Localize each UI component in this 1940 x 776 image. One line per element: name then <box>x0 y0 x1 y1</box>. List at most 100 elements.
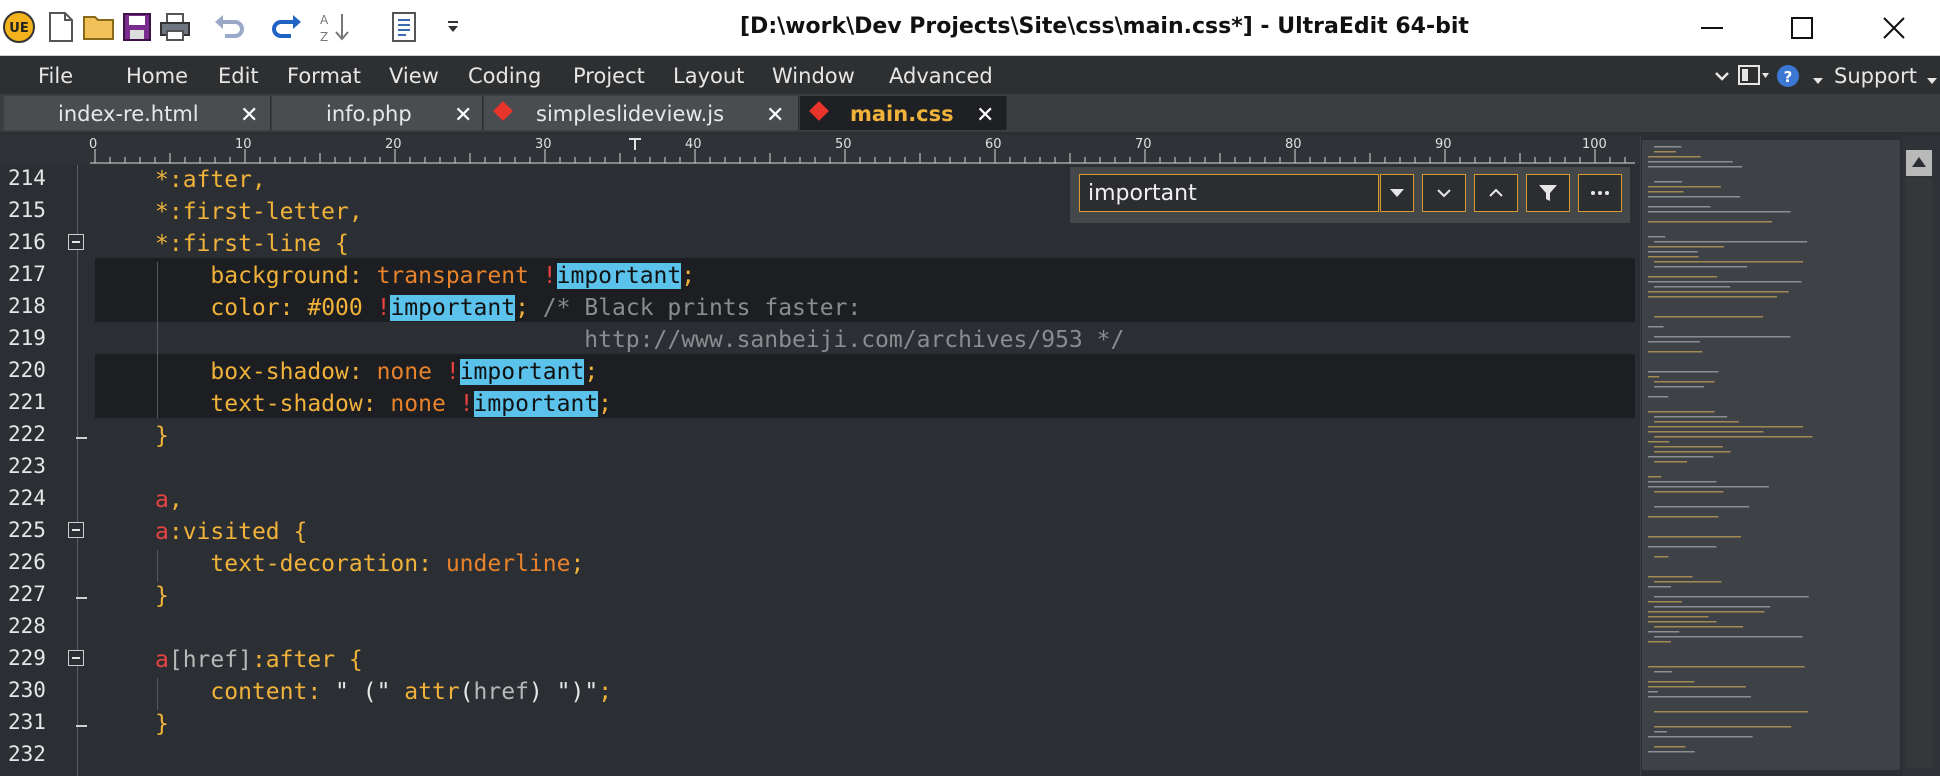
code-line[interactable]: text-shadow: none !important; <box>155 388 612 420</box>
close-tab-icon[interactable]: ✕ <box>766 103 784 128</box>
find-filter-button[interactable] <box>1526 174 1570 212</box>
ruler-label: 80 <box>1285 137 1302 152</box>
close-button[interactable] <box>1848 0 1940 55</box>
customize-toolbar-icon[interactable] <box>434 8 472 46</box>
menu-layout[interactable]: Layout <box>673 64 744 88</box>
code-line[interactable]: a, <box>155 484 183 516</box>
code-line[interactable]: box-shadow: none !important; <box>155 356 598 388</box>
find-input[interactable] <box>1079 174 1379 212</box>
line-number: 225 <box>8 518 46 542</box>
help-icon[interactable]: ? <box>1776 64 1800 92</box>
new-file-icon[interactable] <box>42 8 80 46</box>
line-number: 217 <box>8 262 46 286</box>
find-history-dropdown[interactable] <box>1380 174 1414 212</box>
scroll-thumb[interactable] <box>1906 178 1932 768</box>
ruler-label: 90 <box>1435 137 1452 152</box>
maximize-button[interactable] <box>1756 0 1848 55</box>
minimap-line <box>1648 211 1791 213</box>
code-line[interactable]: content: " (" attr(href) ")"; <box>155 676 612 708</box>
print-icon[interactable] <box>156 8 194 46</box>
code-line[interactable]: text-decoration: underline; <box>155 548 584 580</box>
minimap-line <box>1654 506 1750 508</box>
line-number: 229 <box>8 646 46 670</box>
minimap-line <box>1654 386 1705 388</box>
layout-switch-icon[interactable] <box>1738 65 1770 89</box>
search-hit: important <box>473 391 599 417</box>
filter-icon <box>1539 185 1557 201</box>
scroll-up-button[interactable] <box>1906 150 1932 176</box>
code-line[interactable]: } <box>155 708 169 740</box>
support-dropdown-icon[interactable] <box>1812 70 1824 89</box>
code-line[interactable]: *:first-line { <box>155 228 349 260</box>
find-next-button[interactable] <box>1422 174 1466 212</box>
minimap-line <box>1648 641 1671 643</box>
code-line[interactable]: *:after, <box>155 164 266 196</box>
code-line[interactable]: color: #000 !important; /* Black prints … <box>155 292 861 324</box>
menu-project[interactable]: Project <box>573 64 645 88</box>
minimap-line <box>1648 666 1805 668</box>
minimap-line <box>1654 711 1809 713</box>
minimap-line <box>1648 631 1680 633</box>
properties-icon[interactable] <box>386 8 424 46</box>
sort-icon[interactable]: AZ <box>316 8 354 46</box>
minimap-line <box>1648 411 1715 413</box>
minimap-line <box>1654 731 1667 733</box>
minimap-line <box>1648 441 1670 443</box>
minimap-line <box>1648 681 1695 683</box>
close-tab-icon[interactable]: ✕ <box>976 103 994 128</box>
fold-end-marker <box>76 437 87 439</box>
minimize-button[interactable] <box>1666 0 1758 55</box>
tab-index-re[interactable]: index-re.html ✕ <box>4 96 271 130</box>
menu-file[interactable]: File <box>38 64 73 88</box>
redo-icon[interactable] <box>268 8 306 46</box>
modified-indicator-icon <box>809 101 829 121</box>
code-line[interactable]: a:visited { <box>155 516 307 548</box>
menu-edit[interactable]: Edit <box>218 64 259 88</box>
svg-text:UE: UE <box>9 21 28 36</box>
fold-toggle-icon[interactable] <box>68 522 84 538</box>
line-number: 232 <box>8 742 46 766</box>
minimap-line <box>1648 516 1719 518</box>
code-line[interactable]: background: transparent !important; <box>155 260 695 292</box>
code-line[interactable]: } <box>155 420 169 452</box>
open-folder-icon[interactable] <box>80 8 118 46</box>
code-line[interactable]: http://www.sanbeiji.com/archives/953 */ <box>155 324 1124 356</box>
save-icon[interactable] <box>118 8 156 46</box>
minimap-viewport[interactable] <box>1642 140 1900 770</box>
fold-toggle-icon[interactable] <box>68 234 84 250</box>
line-number: 221 <box>8 390 46 414</box>
menu-coding[interactable]: Coding <box>468 64 541 88</box>
minimap-line <box>1648 161 1733 163</box>
fold-end-marker <box>76 725 87 727</box>
ribbon-collapse-icon[interactable] <box>1714 68 1730 87</box>
find-options-button[interactable] <box>1578 174 1622 212</box>
minimap-line <box>1648 236 1666 238</box>
tab-simpleslideview[interactable]: simpleslideview.js ✕ <box>484 96 799 130</box>
minimap-line <box>1648 191 1684 193</box>
code-line[interactable]: } <box>155 580 169 612</box>
svg-text:A: A <box>320 13 329 27</box>
close-tab-icon[interactable]: ✕ <box>454 103 472 128</box>
find-previous-button[interactable] <box>1474 174 1518 212</box>
menu-format[interactable]: Format <box>287 64 361 88</box>
app-logo-icon[interactable]: UE <box>0 8 38 46</box>
fold-toggle-icon[interactable] <box>68 650 84 666</box>
menu-support[interactable]: Support <box>1834 64 1917 88</box>
close-tab-icon[interactable]: ✕ <box>240 103 258 128</box>
tab-label: main.css <box>850 102 954 126</box>
code-line[interactable]: *:first-letter, <box>155 196 363 228</box>
minimap-line <box>1648 611 1765 613</box>
tab-main-css[interactable]: main.css ✕ <box>800 96 1007 130</box>
minimap-line <box>1648 256 1699 258</box>
tab-label: info.php <box>326 102 412 126</box>
tab-info-php[interactable]: info.php ✕ <box>272 96 483 130</box>
code-line[interactable]: a[href]:after { <box>155 644 363 676</box>
menu-window[interactable]: Window <box>772 64 855 88</box>
minimap-line <box>1648 576 1693 578</box>
menu-view[interactable]: View <box>389 64 439 88</box>
undo-icon[interactable] <box>210 8 248 46</box>
menu-advanced[interactable]: Advanced <box>889 64 993 88</box>
menu-home[interactable]: Home <box>126 64 188 88</box>
support-arrow-icon[interactable] <box>1926 70 1938 89</box>
window-title: [D:\work\Dev Projects\Site\css\main.css*… <box>740 14 1469 39</box>
